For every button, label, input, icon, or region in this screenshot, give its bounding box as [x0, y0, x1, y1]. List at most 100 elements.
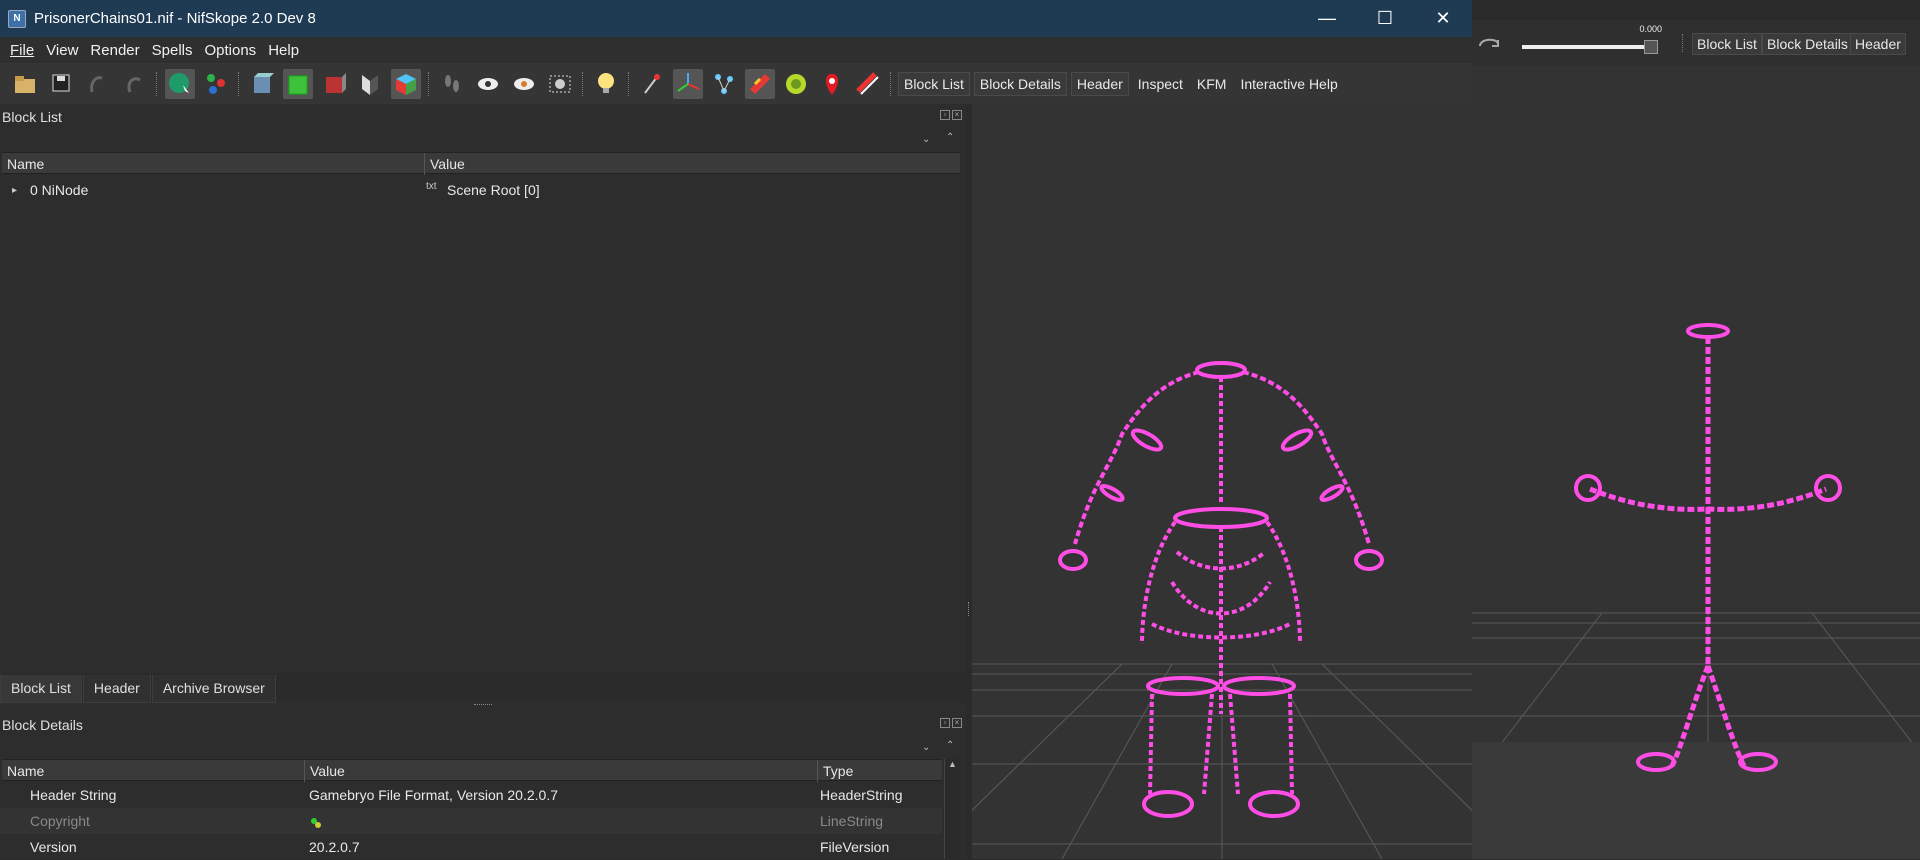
- lighting-icon[interactable]: [591, 69, 621, 99]
- toolbar-interactive-help-button[interactable]: Interactive Help: [1235, 73, 1342, 95]
- flip-view-icon[interactable]: [355, 69, 385, 99]
- front-view-icon[interactable]: [247, 69, 277, 99]
- minimize-button[interactable]: —: [1298, 0, 1356, 37]
- block-list-header: Name Value: [2, 152, 960, 175]
- dock-close-icon[interactable]: ×: [952, 718, 962, 728]
- nodes-icon[interactable]: [709, 69, 739, 99]
- chain-mesh: [1058, 361, 1384, 818]
- column-name[interactable]: Name: [2, 760, 305, 782]
- node-name: 0 NiNode: [30, 182, 89, 198]
- screenshot-icon[interactable]: [545, 69, 575, 99]
- tree-mode-icon[interactable]: [201, 69, 231, 99]
- perspective-view-icon[interactable]: [283, 68, 313, 99]
- toolbar-separator: [156, 71, 158, 96]
- collision-icon[interactable]: [817, 69, 847, 99]
- user-view-icon[interactable]: [391, 68, 421, 99]
- maximize-button[interactable]: ☐: [1356, 0, 1414, 37]
- dock-close-icon[interactable]: ×: [952, 110, 962, 120]
- redo-icon[interactable]: [119, 69, 149, 99]
- expand-arrow-icon[interactable]: ▸: [12, 178, 17, 203]
- render-viewport[interactable]: [972, 104, 1472, 859]
- tree-row[interactable]: ▸ 0 NiNode txt Scene Root [0]: [2, 178, 960, 203]
- secondary-header-button[interactable]: Header: [1850, 33, 1906, 55]
- detail-row[interactable]: Copyright LineString: [0, 808, 942, 834]
- load-icon[interactable]: [11, 69, 41, 99]
- column-name[interactable]: Name: [2, 153, 425, 175]
- app-icon: N: [8, 9, 26, 28]
- block-details-header: Name Value Type: [2, 759, 942, 782]
- undo-icon[interactable]: [83, 69, 113, 99]
- animation-toolbar: 0.000 Block List Block Details Header: [1472, 20, 1920, 66]
- textures-icon[interactable]: [745, 68, 775, 99]
- collapse-all-icon[interactable]: ⌄: [922, 134, 930, 145]
- toolbar-separator: [1682, 34, 1684, 52]
- window-title: PrisonerChains01.nif - NifSkope 2.0 Dev …: [34, 10, 316, 27]
- dock-splitter-handle[interactable]: [474, 704, 492, 705]
- menu-bar: File View Render Spells Options Help: [0, 37, 1472, 63]
- block-details-dock: Block Details ▫ × ⌄ ⌃ Name Value Type He…: [0, 712, 966, 859]
- side-view-icon[interactable]: [319, 69, 349, 99]
- toolbar-header-button[interactable]: Header: [1070, 71, 1129, 96]
- save-icon[interactable]: [47, 69, 77, 99]
- show-hidden-alt-icon[interactable]: [509, 69, 539, 99]
- secondary-viewport[interactable]: [1472, 66, 1920, 859]
- scroll-up-icon[interactable]: ▲: [945, 759, 960, 769]
- loop-icon[interactable]: [1476, 32, 1502, 54]
- menu-file[interactable]: File: [4, 42, 40, 59]
- constraint-icon[interactable]: [853, 69, 883, 99]
- menu-spells[interactable]: Spells: [146, 42, 199, 59]
- dock-float-icon[interactable]: ▫: [940, 110, 950, 120]
- marker-icon[interactable]: [637, 69, 667, 99]
- walk-icon[interactable]: [437, 69, 467, 99]
- secondary-canvas: [1472, 323, 1920, 859]
- toolbar: Block List Block Details Header Inspect …: [0, 63, 1472, 104]
- detail-type: HeaderString: [820, 787, 903, 803]
- close-button[interactable]: ✕: [1414, 0, 1472, 37]
- detail-type: LineString: [820, 813, 884, 829]
- toolbar-separator: [890, 71, 892, 96]
- tab-block-list[interactable]: Block List: [0, 675, 82, 703]
- detail-row[interactable]: Header String Gamebryo File Format, Vers…: [0, 782, 942, 808]
- toolbar-inspect-button[interactable]: Inspect: [1133, 73, 1188, 95]
- menu-options[interactable]: Options: [198, 42, 262, 59]
- time-slider-track[interactable]: [1522, 45, 1656, 49]
- detail-value: 20.2.0.7: [309, 839, 360, 855]
- toolbar-block-list-button[interactable]: Block List: [898, 71, 970, 96]
- select-mode-icon[interactable]: [165, 68, 195, 99]
- column-type[interactable]: Type: [818, 760, 942, 782]
- toolbar-separator: [238, 71, 240, 96]
- detail-value: Gamebryo File Format, Version 20.2.0.7: [309, 787, 558, 803]
- expand-all-icon[interactable]: ⌃: [946, 740, 954, 751]
- tab-archive-browser[interactable]: Archive Browser: [151, 675, 276, 703]
- column-value[interactable]: Value: [305, 760, 818, 782]
- show-hidden-icon[interactable]: [473, 69, 503, 99]
- toolbar-separator: [428, 71, 430, 96]
- detail-name: Version: [30, 839, 77, 855]
- title-bar: N PrisonerChains01.nif - NifSkope 2.0 De…: [0, 0, 1472, 37]
- tab-header[interactable]: Header: [82, 675, 151, 703]
- node-value: Scene Root [0]: [447, 182, 540, 198]
- detail-row[interactable]: Version 20.2.0.7 FileVersion: [0, 834, 942, 860]
- node-type-icon: txt: [426, 181, 437, 192]
- time-readout: 0.000: [1639, 24, 1662, 34]
- details-scrollbar[interactable]: ▲: [944, 759, 960, 859]
- dock-float-icon[interactable]: ▫: [940, 718, 950, 728]
- menu-render[interactable]: Render: [84, 42, 145, 59]
- frame-icon[interactable]: [781, 69, 811, 99]
- detail-name: Copyright: [30, 813, 90, 829]
- axes-icon[interactable]: [673, 68, 703, 99]
- block-list-dock: Block List ▫ × ⌄ ⌃ Name Value ▸ 0 NiNode…: [0, 104, 966, 676]
- collapse-all-icon[interactable]: ⌄: [922, 742, 930, 753]
- column-value[interactable]: Value: [425, 153, 960, 175]
- expand-all-icon[interactable]: ⌃: [946, 132, 954, 143]
- toolbar-kfm-button[interactable]: KFM: [1192, 73, 1232, 95]
- dock-tab-bar: Block List Header Archive Browser: [0, 673, 966, 703]
- toolbar-separator: [582, 71, 584, 96]
- secondary-top-strip: [1472, 0, 1920, 20]
- time-slider-handle[interactable]: [1644, 40, 1658, 54]
- toolbar-block-details-button[interactable]: Block Details: [973, 71, 1067, 96]
- menu-view[interactable]: View: [40, 42, 84, 59]
- menu-help[interactable]: Help: [262, 42, 305, 59]
- secondary-block-list-button[interactable]: Block List: [1692, 33, 1762, 55]
- secondary-block-details-button[interactable]: Block Details: [1762, 33, 1853, 55]
